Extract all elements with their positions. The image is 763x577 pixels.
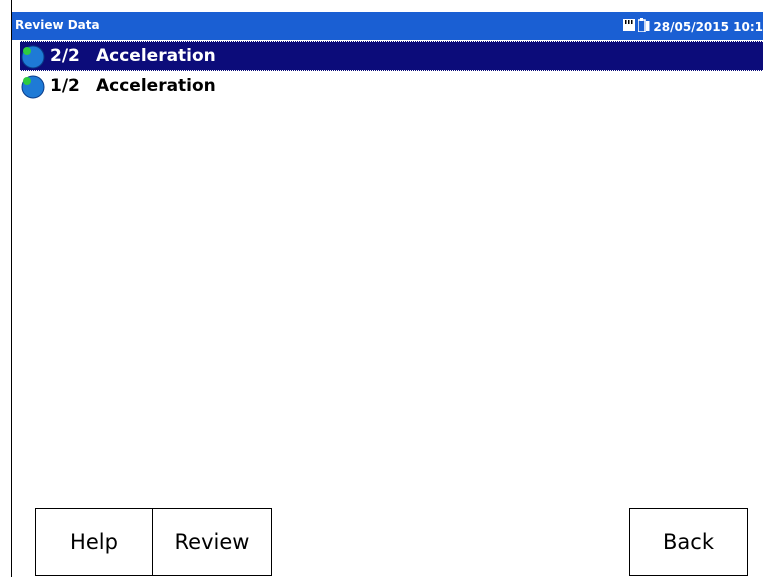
- list-item[interactable]: 1/2 Acceleration: [20, 71, 763, 101]
- list-item-index: 1/2: [50, 76, 80, 96]
- node-dot-icon: [20, 43, 46, 69]
- datetime-readout: 28/05/2015 10:1: [653, 19, 763, 34]
- memory-card-icon: [623, 19, 636, 34]
- list-item-label: Acceleration: [96, 76, 216, 96]
- list-item[interactable]: 2/2 Acceleration: [20, 41, 763, 71]
- node-dot-icon: [20, 73, 46, 99]
- review-button[interactable]: Review: [152, 508, 272, 576]
- battery-icon: [637, 18, 650, 35]
- back-button[interactable]: Back: [629, 508, 748, 576]
- status-area: 28/05/2015 10:1: [623, 18, 763, 35]
- list-item-index: 2/2: [50, 46, 80, 66]
- help-button[interactable]: Help: [35, 508, 153, 576]
- screen-left-border: [11, 0, 12, 577]
- data-list: 2/2 Acceleration 1/2 Acceleration: [20, 41, 763, 101]
- title-bar: Review Data 28/05/2015 10:1: [12, 12, 763, 40]
- list-item-label: Acceleration: [96, 46, 216, 66]
- window-title: Review Data: [15, 18, 100, 32]
